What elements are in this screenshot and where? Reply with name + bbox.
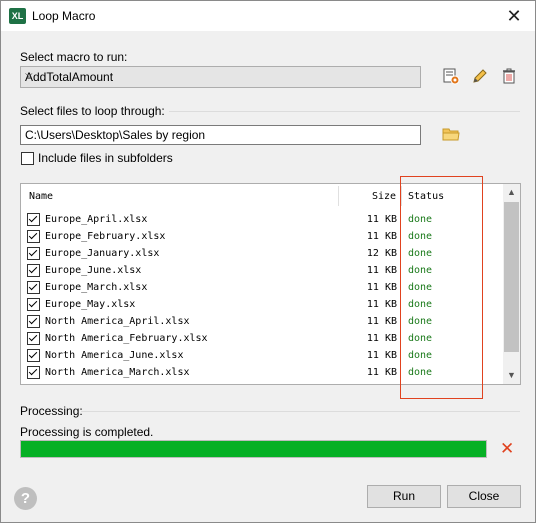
macro-dropdown[interactable]: AddTotalAmount ⌵ (20, 66, 421, 88)
file-name: North America_June.xlsx (45, 350, 184, 361)
file-name: Europe_May.xlsx (45, 299, 136, 310)
delete-icon[interactable] (500, 67, 518, 85)
close-button[interactable]: Close (447, 485, 521, 508)
scroll-thumb[interactable] (504, 202, 519, 352)
file-name: North America_February.xlsx (45, 333, 208, 344)
chevron-down-icon: ⌵ (25, 69, 33, 80)
file-name: North America_March.xlsx (45, 367, 190, 378)
file-checkbox[interactable] (27, 230, 40, 243)
file-size: 11 KB (366, 299, 397, 310)
file-checkbox[interactable] (27, 349, 40, 362)
file-size: 11 KB (366, 333, 397, 344)
file-name: Europe_March.xlsx (45, 282, 148, 293)
scroll-down-icon[interactable]: ▼ (503, 367, 520, 384)
file-checkbox[interactable] (27, 366, 40, 379)
file-name: North America_April.xlsx (45, 316, 190, 327)
help-icon[interactable]: ? (14, 487, 37, 510)
title-bar: XL Loop Macro ✕ (1, 1, 535, 31)
processing-message: Processing is completed. (20, 425, 154, 439)
file-checkbox[interactable] (27, 281, 40, 294)
folder-path-box[interactable] (20, 125, 421, 145)
folder-path-input[interactable] (25, 128, 415, 142)
file-checkbox[interactable] (27, 315, 40, 328)
divider (169, 111, 520, 112)
macro-settings-icon[interactable] (442, 67, 460, 85)
run-button[interactable]: Run (367, 485, 441, 508)
folder-icon[interactable] (442, 125, 460, 143)
file-name: Europe_June.xlsx (45, 265, 142, 276)
processing-label: Processing: (20, 404, 83, 418)
file-checkbox[interactable] (27, 213, 40, 226)
excel-logo-icon: XL (9, 8, 26, 24)
progress-bar (20, 440, 487, 458)
file-name: Europe_April.xlsx (45, 214, 148, 225)
file-size: 11 KB (366, 265, 397, 276)
file-checkbox[interactable] (27, 247, 40, 260)
file-name: Europe_January.xlsx (45, 248, 160, 259)
file-checkbox[interactable] (27, 298, 40, 311)
column-divider (338, 186, 339, 206)
include-subfolders-label: Include files in subfolders (38, 151, 173, 165)
file-size: 11 KB (366, 316, 397, 327)
edit-icon[interactable] (471, 67, 489, 85)
column-header-name[interactable]: Name (29, 191, 53, 202)
dialog-title: Loop Macro (32, 9, 96, 23)
loop-macro-dialog: XL Loop Macro ✕ Select macro to run: Add… (0, 0, 536, 523)
vertical-scrollbar[interactable]: ▲ ▼ (503, 184, 520, 384)
file-size: 11 KB (366, 367, 397, 378)
select-macro-label: Select macro to run: (20, 50, 128, 64)
divider (81, 411, 520, 412)
scroll-up-icon[interactable]: ▲ (503, 184, 520, 201)
file-name: Europe_February.xlsx (45, 231, 166, 242)
cancel-processing-icon[interactable]: ✕ (500, 439, 514, 459)
file-size: 11 KB (366, 231, 397, 242)
select-files-label: Select files to loop through: (20, 104, 165, 118)
column-header-size[interactable]: Size (372, 191, 396, 202)
file-size: 12 KB (366, 248, 397, 259)
file-checkbox[interactable] (27, 332, 40, 345)
file-size: 11 KB (366, 350, 397, 361)
file-size: 11 KB (366, 214, 397, 225)
file-size: 11 KB (366, 282, 397, 293)
close-window-button[interactable]: ✕ (503, 5, 525, 27)
file-checkbox[interactable] (27, 264, 40, 277)
include-subfolders-checkbox[interactable] (21, 152, 34, 165)
status-column-highlight (400, 176, 483, 399)
progress-fill (21, 441, 486, 457)
